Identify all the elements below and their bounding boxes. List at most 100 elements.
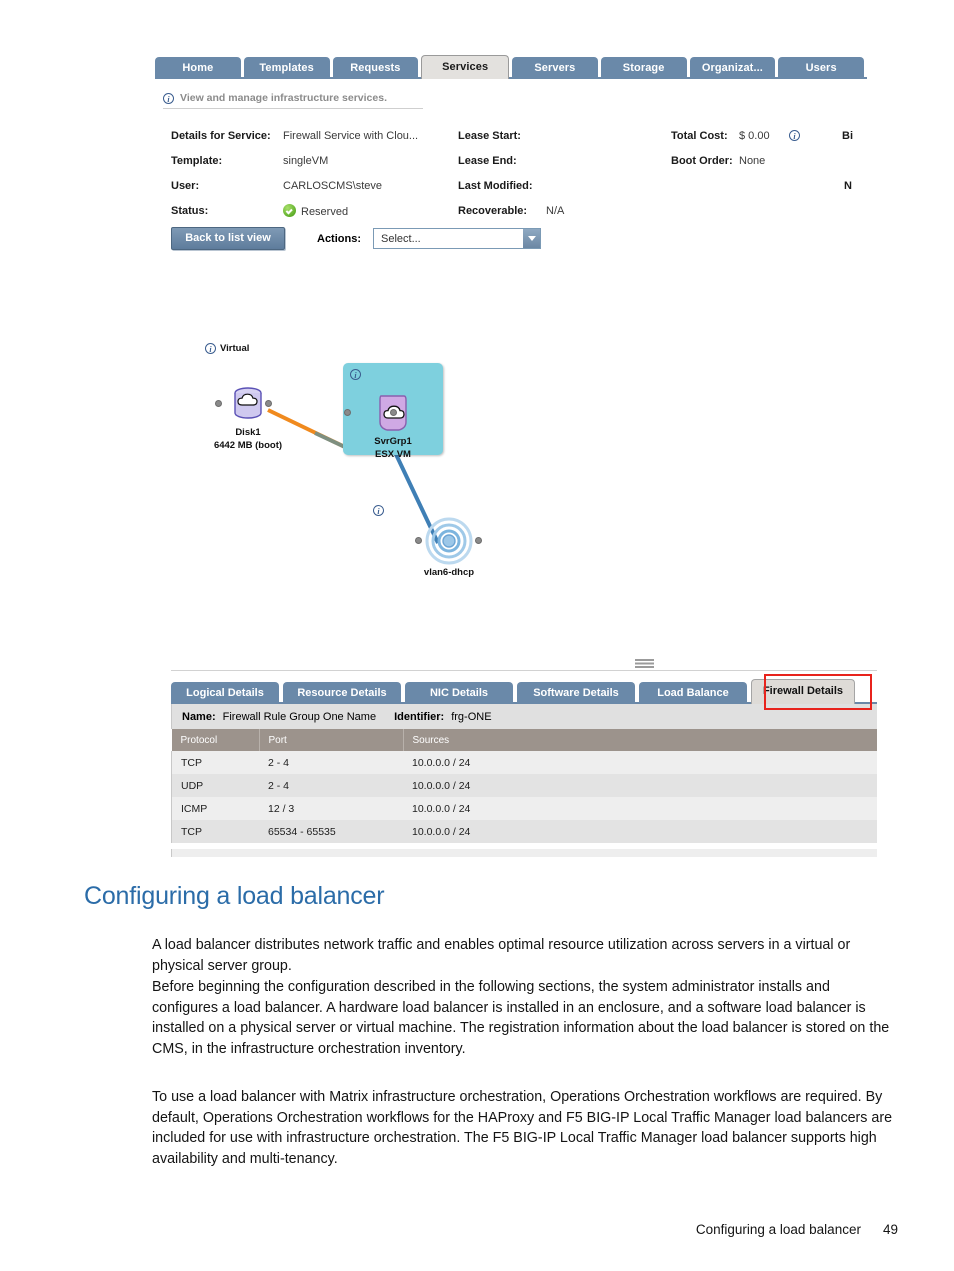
disk-virtual-badge: Virtual [220,343,250,354]
tab-storage[interactable]: Storage [600,57,687,79]
body-paragraph: To use a load balancer with Matrix infra… [152,1089,893,1167]
firewall-identifier-value: frg-ONE [451,710,492,723]
vm-port-right[interactable] [390,409,397,416]
recoverable-label: Recoverable: [458,204,528,217]
details-row: User: CARLOSCMS\steve Last Modified: N [171,173,954,198]
network-port-right[interactable] [475,537,482,544]
tab-resource-details[interactable]: Resource Details [283,682,401,704]
body-paragraph: Before beginning the configuration descr… [152,979,890,1057]
column-header-protocol[interactable]: Protocol [171,729,260,751]
billing-label-truncated: Bi [842,129,853,142]
page-info-text: View and manage infrastructure services. [180,92,387,104]
tab-logical-details[interactable]: Logical Details [171,682,279,704]
table-cell: ICMP [171,797,259,820]
tab-nic-details[interactable]: NIC Details [405,682,513,704]
firewall-name-value: Firewall Rule Group One Name [222,710,377,723]
details-row: Details for Service: Firewall Service wi… [171,123,954,148]
tab-templates[interactable]: Templates [243,57,330,79]
table-cell: 2 - 4 [259,751,403,774]
page-number: 49 [882,1222,898,1237]
tab-requests[interactable]: Requests [332,57,419,79]
details-for-service-label: Details for Service: [171,129,271,142]
page-title: Configuring a load balancer [84,882,385,910]
template-label: Template: [171,154,223,167]
vm-name-label: SvrGrp1 [374,436,412,447]
server-group-info-icon[interactable]: i [350,369,361,380]
recoverable-value: N/A [546,204,565,217]
chevron-down-icon[interactable] [523,229,540,248]
disk-name-label: Disk1 [235,427,261,438]
table-cell: 2 - 4 [259,774,403,797]
service-action-row: Back to list view Actions: Select... [171,227,541,250]
disk-port-right[interactable] [265,400,272,407]
vm-detail-label: ESX VM [375,449,411,460]
actions-select-value: Select... [381,232,421,245]
actions-select[interactable]: Select... [373,228,541,249]
disk-info-icon[interactable]: i [205,343,216,354]
body-paragraph: A load balancer distributes network traf… [152,937,851,974]
tab-services[interactable]: Services [421,55,509,79]
column-header-sources[interactable]: Sources [403,729,877,751]
lease-end-label: Lease End: [458,154,517,167]
tab-load-balance[interactable]: Load Balance [639,682,747,704]
disk-port-left[interactable] [215,400,222,407]
no-label-truncated: N [844,179,852,192]
template-value: singleVM [283,154,329,167]
table-cell: 10.0.0.0 / 24 [403,797,877,820]
table-row[interactable]: TCP 65534 - 65535 10.0.0.0 / 24 [171,820,877,843]
network-info-icon[interactable]: i [373,505,384,516]
network-vlan-icon[interactable] [425,517,473,565]
table-cell: 65534 - 65535 [259,820,403,843]
footer-section-title: Configuring a load balancer [695,1222,861,1237]
column-header-port[interactable]: Port [259,729,404,751]
total-cost-value: $ 0.00 [739,129,770,142]
tab-home[interactable]: Home [155,57,241,79]
user-value: CARLOSCMS\steve [283,179,383,192]
firewall-name-label: Name: [182,710,216,723]
table-cell: UDP [171,774,259,797]
disk-icon[interactable] [233,387,263,421]
table-cell: TCP [171,751,259,774]
network-port-left[interactable] [415,537,422,544]
info-icon: i [163,92,174,104]
boot-order-label: Boot Order: [671,154,733,167]
status-label: Status: [171,204,209,217]
actions-label: Actions: [317,232,361,245]
total-cost-info-icon[interactable]: i [789,130,800,141]
service-details-grid: Details for Service: Firewall Service wi… [171,123,954,223]
user-label: User: [171,179,200,192]
disk-detail-label: 6442 MB (boot) [213,440,283,451]
table-row[interactable]: UDP 2 - 4 10.0.0.0 / 24 [171,774,877,797]
table-cell: 10.0.0.0 / 24 [403,751,877,774]
table-cell: 10.0.0.0 / 24 [403,820,877,843]
table-cell: 10.0.0.0 / 24 [403,774,877,797]
table-row[interactable]: TCP 2 - 4 10.0.0.0 / 24 [171,751,877,774]
page-info-line: i View and manage infrastructure service… [163,88,423,109]
table-cell: TCP [171,820,259,843]
firewall-rules-table: Protocol Port Sources TCP 2 - 4 10.0.0.0 /… [171,729,877,843]
details-for-service-value: Firewall Service with Clou... [283,129,419,142]
table-cell: 12 / 3 [259,797,403,820]
details-row: Status: Reserved Recoverable: N/A [171,198,954,223]
status-ok-icon [283,203,296,217]
panel-divider [171,670,877,671]
tab-software-details[interactable]: Software Details [517,682,635,704]
page-footer: Configuring a load balancer 49 [0,1222,898,1237]
details-row: Template: singleVM Lease End: Boot Order… [171,148,954,173]
service-topology-diagram: i Virtual Disk1 6442 MB (boot) i SvrGrp1… [195,335,575,595]
firewall-identifier-label: Identifier: [394,710,445,723]
vm-port-left[interactable] [344,409,351,416]
table-header-row: Protocol Port Sources [171,729,877,751]
tab-servers[interactable]: Servers [512,57,598,79]
back-to-list-view-button[interactable]: Back to list view [171,227,285,250]
tab-organizat[interactable]: Organizat... [689,57,776,79]
boot-order-value: None [739,154,766,167]
total-cost-label: Total Cost: [671,129,728,142]
table-row[interactable]: ICMP 12 / 3 10.0.0.0 / 24 [171,797,877,820]
tab-users[interactable]: Users [778,57,864,79]
network-name-label: vlan6-dhcp [423,567,475,578]
panel-resize-grip[interactable] [635,659,654,668]
firewall-details-highlight [764,674,872,710]
last-modified-label: Last Modified: [458,179,533,192]
status-badge: Reserved [283,203,458,218]
